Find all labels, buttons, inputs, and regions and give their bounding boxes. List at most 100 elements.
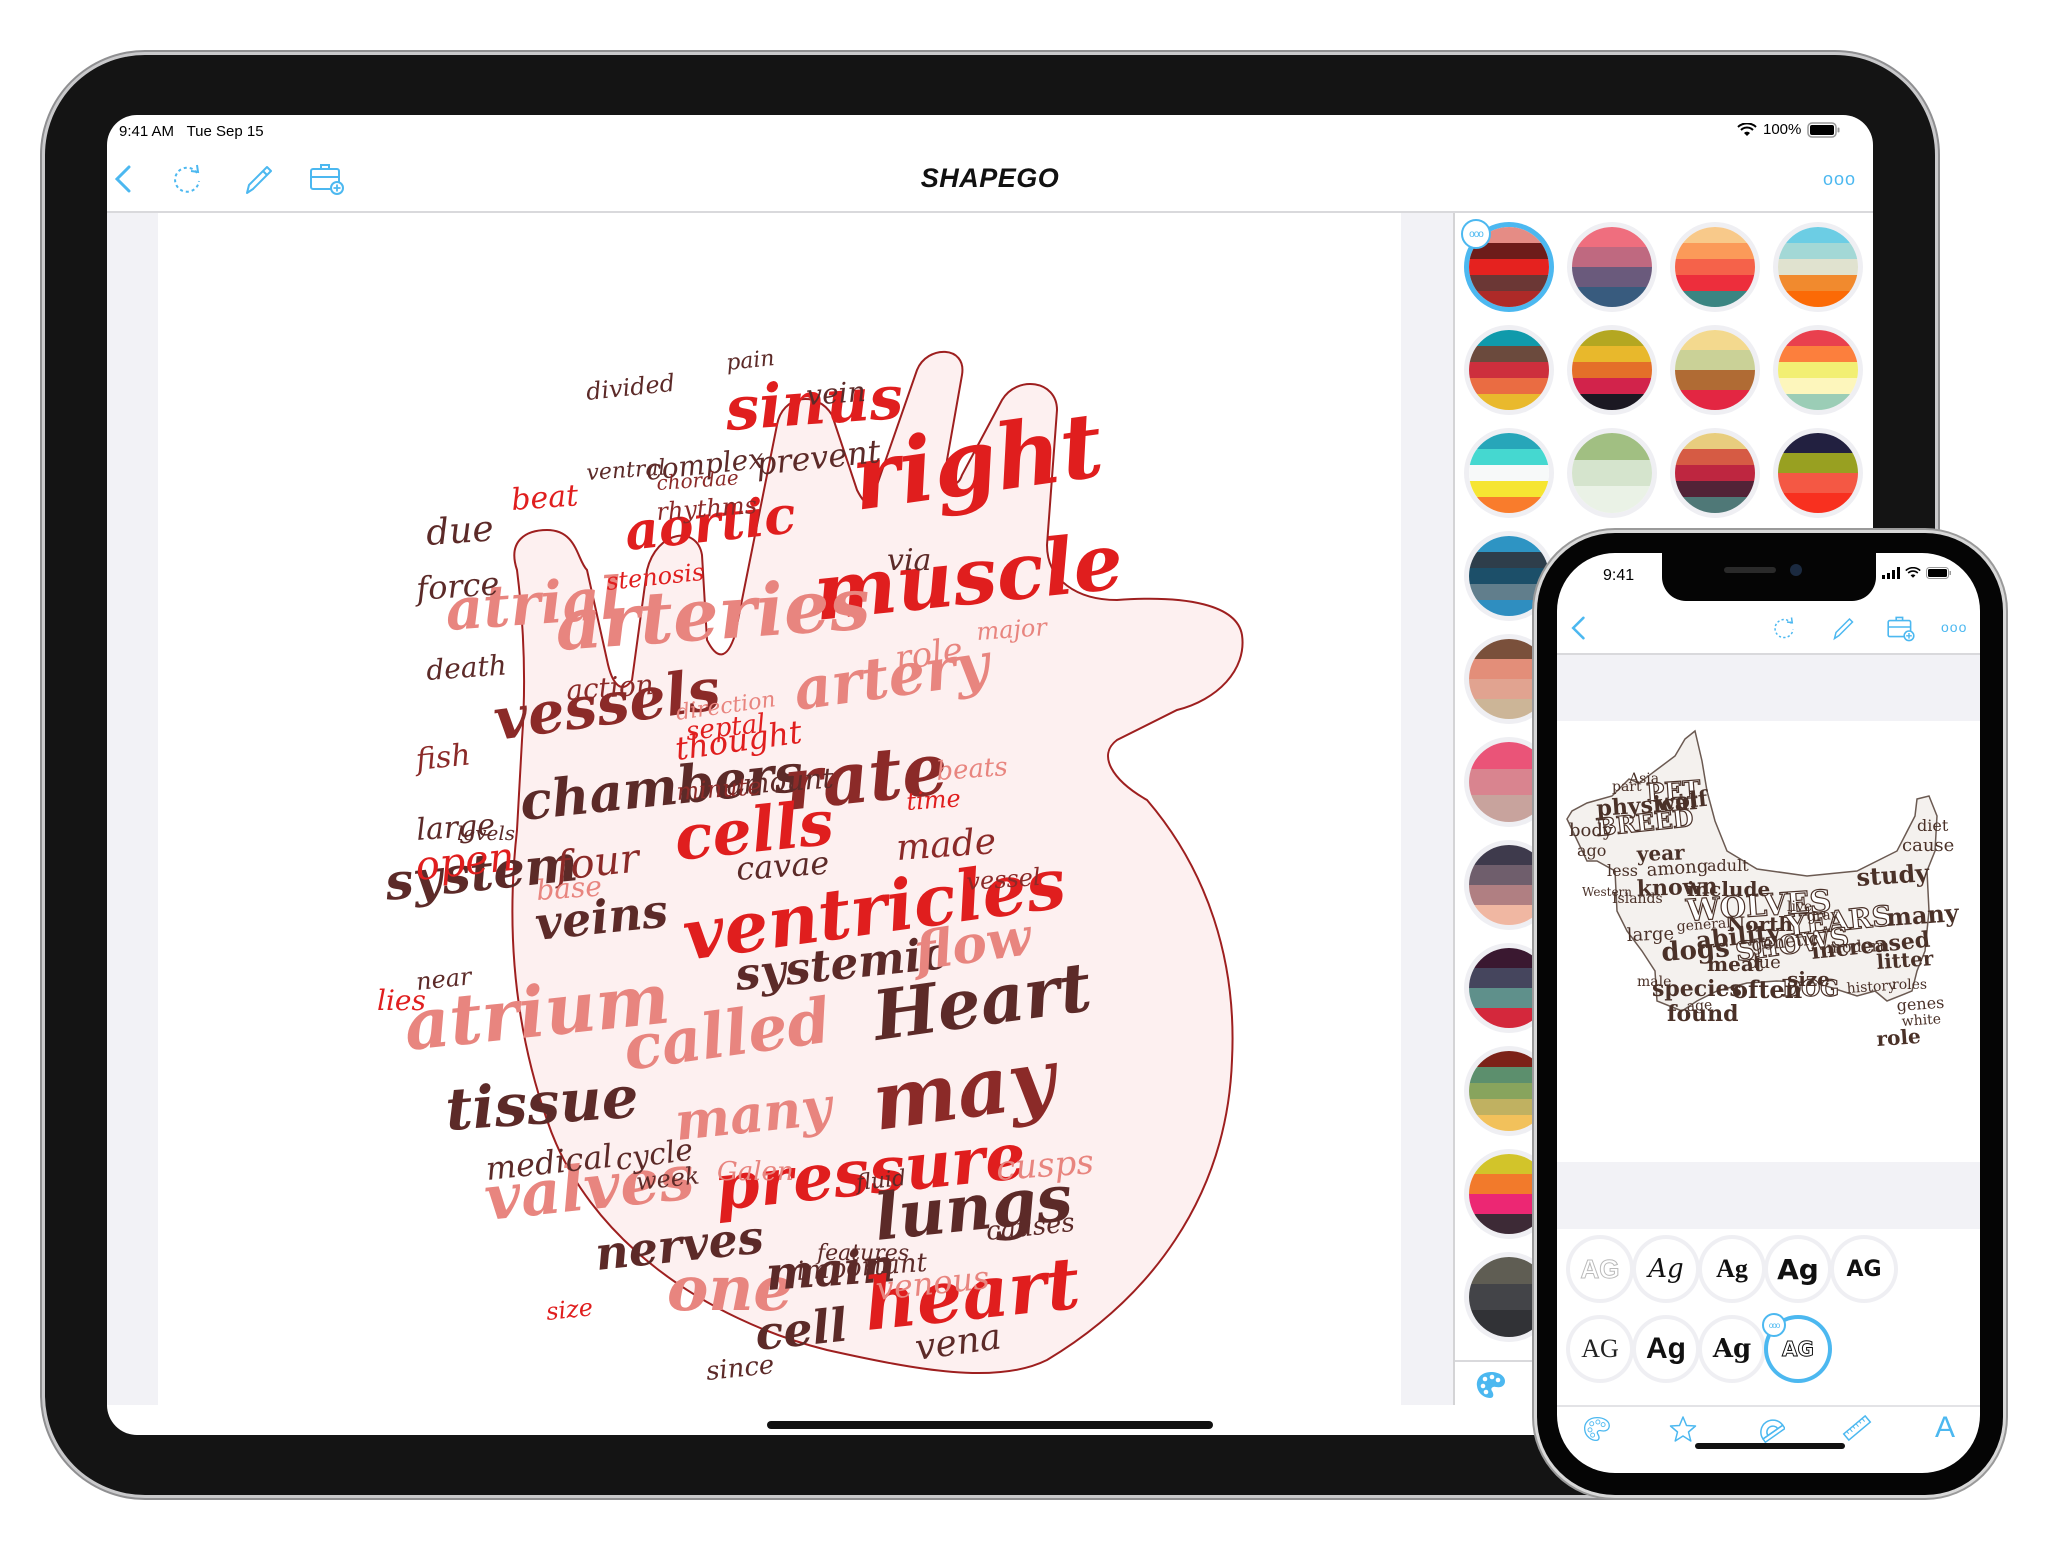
swatch-color-band (1778, 453, 1858, 473)
star-icon[interactable] (1669, 1415, 1697, 1443)
swatch-color-band (1778, 362, 1858, 378)
swatch-color-band (1572, 433, 1652, 460)
font-sample-label: AG (1782, 1337, 1815, 1362)
swatch-color-band (1778, 433, 1858, 453)
back-chevron-icon[interactable] (1563, 611, 1597, 645)
palette-swatch[interactable] (1572, 433, 1652, 513)
wordcloud-word: cause (1902, 835, 1954, 856)
iphone-screen: 9:41 ooo WOLVES YEARS SHOWS BREED PET DOG stud… (1557, 553, 1980, 1473)
wordcloud-word: near (415, 962, 475, 996)
refresh-icon[interactable] (167, 159, 207, 199)
wordcloud-word: study (1855, 858, 1931, 892)
swatch-color-band (1675, 465, 1755, 481)
palette-swatch[interactable] (1572, 330, 1652, 410)
font-option[interactable]: AG (1834, 1239, 1894, 1299)
more-button[interactable]: ooo (1823, 169, 1856, 190)
phone-canvas-margin-top (1557, 655, 1980, 721)
swatch-color-band (1572, 394, 1652, 410)
protractor-icon[interactable] (1755, 1413, 1785, 1443)
ipad-status-time: 9:41 AM Tue Sep 15 (119, 123, 264, 140)
palette-icon[interactable] (1475, 1370, 1507, 1400)
swatch-color-band (1778, 493, 1858, 513)
wifi-icon (1737, 122, 1757, 136)
swatch-color-band (1778, 473, 1858, 493)
font-option[interactable]: Ag (1636, 1239, 1696, 1299)
wordcloud-word: body (1569, 820, 1614, 841)
swatch-color-band (1469, 433, 1549, 449)
wordcloud-word: gray (1806, 907, 1839, 925)
font-option[interactable]: AG (1570, 1319, 1630, 1379)
wordcloud-word: diet (1917, 816, 1949, 835)
wordcloud-word: roles (1892, 977, 1927, 993)
font-sample-label: AG (1581, 1334, 1619, 1363)
status-date: Tue Sep 15 (186, 123, 264, 140)
battery-icon (1807, 121, 1840, 138)
palette-swatch[interactable] (1675, 227, 1755, 307)
swatch-color-band (1778, 227, 1858, 243)
wordcloud-word: male (1637, 974, 1671, 990)
toolbox-add-icon[interactable] (1885, 611, 1917, 643)
speaker-grille (1724, 567, 1776, 573)
palette-swatch[interactable] (1778, 433, 1858, 513)
palette-swatch[interactable] (1675, 433, 1755, 513)
wordcloud-word: action (565, 668, 655, 707)
phone-wordcloud-canvas[interactable]: WOLVES YEARS SHOWS BREED PET DOG study many dogs… (1557, 721, 1980, 1162)
home-indicator (1695, 1443, 1845, 1449)
swatch-color-band (1469, 362, 1549, 378)
font-option[interactable]: Ag (1768, 1239, 1828, 1299)
swatch-color-band (1675, 227, 1755, 243)
wordcloud-word: genes (1896, 993, 1945, 1015)
pen-icon[interactable] (1827, 613, 1857, 643)
palette-swatch[interactable] (1778, 330, 1858, 410)
palette-swatch[interactable] (1469, 330, 1549, 410)
wordcloud-word: modern (1826, 936, 1889, 957)
palette-swatch[interactable] (1675, 330, 1755, 410)
swatch-color-band (1572, 346, 1652, 362)
wifi-icon (1905, 567, 1921, 578)
swatch-color-band (1778, 378, 1858, 394)
dog-wordcloud[interactable]: WOLVESYEARSSHOWSBREEDPETDOGstudymanydogs… (1557, 721, 1980, 1162)
font-option[interactable]: AG (1570, 1239, 1630, 1299)
canvas-margin-right (1401, 213, 1453, 1405)
wordcloud-word: base (535, 869, 603, 906)
swatch-more-button[interactable]: ooo (1461, 219, 1491, 249)
font-option[interactable]: Ag (1702, 1319, 1762, 1379)
palette-swatch[interactable] (1469, 433, 1549, 513)
font-option[interactable]: Ag (1702, 1239, 1762, 1299)
swatch-color-band (1572, 267, 1652, 287)
swatch-color-band (1469, 378, 1549, 394)
palette-swatch[interactable] (1778, 227, 1858, 307)
swatch-color-band (1469, 552, 1549, 568)
swatch-color-band (1469, 465, 1549, 481)
refresh-icon[interactable] (1769, 613, 1799, 643)
phone-canvas-margin-bottom (1557, 1162, 1980, 1229)
swatch-color-band (1572, 330, 1652, 346)
wordcloud-word: tissue (443, 1063, 640, 1144)
swatch-color-band (1469, 346, 1549, 362)
swatch-color-band (1469, 291, 1549, 307)
wordcloud-word: features (815, 1241, 909, 1266)
swatch-color-band (1778, 243, 1858, 259)
palette-icon[interactable] (1583, 1415, 1611, 1443)
back-chevron-icon[interactable] (107, 159, 145, 199)
swatch-color-band (1778, 259, 1858, 275)
font-picker-grid: AG Ag Ag Ag AG AG Ag Ag AG ooo (1557, 1229, 1980, 1405)
more-button[interactable]: ooo (1941, 619, 1967, 635)
swatch-color-band (1778, 330, 1858, 346)
ruler-icon[interactable] (1842, 1413, 1872, 1443)
swatch-color-band (1675, 259, 1755, 275)
toolbox-add-icon[interactable] (307, 157, 347, 197)
font-more-button[interactable]: ooo (1762, 1313, 1786, 1337)
swatch-color-band (1778, 291, 1858, 307)
wordcloud-word: made (895, 821, 998, 869)
wordcloud-word: beats (935, 752, 1008, 787)
font-option[interactable]: Ag (1636, 1319, 1696, 1379)
palette-swatch[interactable] (1572, 227, 1652, 307)
signal-icon (1882, 567, 1900, 579)
swatch-color-band (1675, 291, 1755, 307)
swatch-color-band (1675, 330, 1755, 350)
swatch-color-band (1469, 394, 1549, 410)
pen-icon[interactable] (237, 159, 277, 199)
font-icon[interactable]: A (1935, 1411, 1955, 1445)
heart-wordcloud[interactable]: rightmusclesinusaorticatrialarteriesarte… (357, 240, 1357, 1390)
